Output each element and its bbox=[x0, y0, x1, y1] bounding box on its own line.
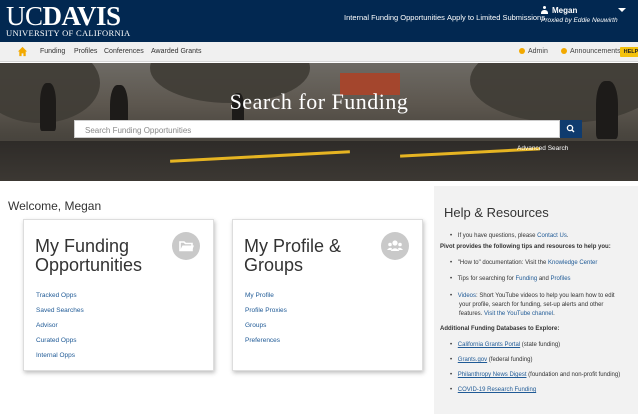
nav-profiles[interactable]: Profiles bbox=[74, 48, 97, 55]
ucdavis-logo[interactable]: UCDAVIS UNIVERSITY OF CALIFORNIA bbox=[6, 3, 130, 38]
profile-card: My Profile & Groups My Profile Profile P… bbox=[232, 219, 423, 371]
card-title: My Profile & Groups bbox=[244, 236, 342, 275]
hero-title: Search for Funding bbox=[229, 89, 409, 114]
search-button[interactable] bbox=[560, 120, 582, 138]
chevron-down-icon[interactable] bbox=[618, 8, 626, 12]
link-tracked-opps[interactable]: Tracked Opps bbox=[36, 292, 77, 299]
help-title: Help & Resources bbox=[444, 205, 549, 220]
group-icon bbox=[381, 232, 409, 260]
help-howto-line: "How to" documentation: Visit the Knowle… bbox=[450, 259, 638, 267]
main-nav: Funding Profiles Conferences Awarded Gra… bbox=[0, 42, 638, 62]
search-icon bbox=[566, 124, 575, 133]
announcement-icon bbox=[561, 48, 567, 54]
covid-funding-link[interactable]: COVID-19 Research Funding bbox=[458, 387, 536, 393]
database-item: California Grants Portal (state funding) bbox=[450, 341, 638, 349]
help-tips-line: Tips for searching for Funding and Profi… bbox=[450, 275, 638, 283]
help-contact-line: If you have questions, please Contact Us… bbox=[450, 232, 638, 240]
grants-gov-link[interactable]: Grants.gov bbox=[458, 357, 487, 363]
folder-icon bbox=[172, 232, 200, 260]
nav-funding[interactable]: Funding bbox=[40, 48, 65, 55]
internal-funding-link[interactable]: Internal Funding Opportunities bbox=[344, 13, 445, 22]
help-databases-intro: Additional Funding Databases to Explore: bbox=[440, 326, 560, 332]
help-resources-panel: Help & Resources If you have questions, … bbox=[434, 186, 638, 414]
top-header: UCDAVIS UNIVERSITY OF CALIFORNIA Interna… bbox=[0, 0, 638, 42]
philanthropy-news-link[interactable]: Philanthropy News Digest bbox=[458, 372, 527, 378]
help-videos-line: Videos: Short YouTube videos to help you… bbox=[450, 292, 638, 300]
user-icon bbox=[541, 6, 548, 14]
search-input[interactable]: Search Funding Opportunities bbox=[74, 120, 560, 138]
link-preferences[interactable]: Preferences bbox=[245, 337, 280, 344]
help-button[interactable]: HELP bbox=[620, 47, 638, 57]
nav-awarded-grants[interactable]: Awarded Grants bbox=[151, 48, 201, 55]
california-grants-link[interactable]: California Grants Portal bbox=[458, 342, 520, 348]
link-advisor[interactable]: Advisor bbox=[36, 322, 58, 329]
help-videos-line-3: features. Visit the YouTube channel. bbox=[459, 311, 555, 317]
funding-tips-link[interactable]: Funding bbox=[515, 276, 537, 282]
card-title: My Funding Opportunities bbox=[35, 236, 143, 275]
contact-us-link[interactable]: Contact Us bbox=[537, 233, 567, 239]
user-name: Megan bbox=[552, 6, 578, 15]
videos-link[interactable]: Videos bbox=[458, 293, 476, 299]
database-item: COVID-19 Research Funding bbox=[450, 386, 638, 394]
link-curated-opps[interactable]: Curated Opps bbox=[36, 337, 76, 344]
knowledge-center-link[interactable]: Knowledge Center bbox=[548, 260, 597, 266]
profiles-tips-link[interactable]: Profiles bbox=[551, 276, 571, 282]
link-my-profile[interactable]: My Profile bbox=[245, 292, 274, 299]
welcome-heading: Welcome, Megan bbox=[8, 199, 102, 213]
admin-link[interactable]: Admin bbox=[519, 48, 548, 55]
advanced-search-link[interactable]: Advanced Search bbox=[517, 145, 568, 152]
database-item: Grants.gov (federal funding) bbox=[450, 356, 638, 364]
link-saved-searches[interactable]: Saved Searches bbox=[36, 307, 84, 314]
proxy-text: Proxied by Eddie Neuwirth bbox=[541, 17, 618, 24]
nav-conferences[interactable]: Conferences bbox=[104, 48, 144, 55]
youtube-channel-link[interactable]: Visit the YouTube channel bbox=[484, 311, 553, 317]
logo-subtitle: UNIVERSITY OF CALIFORNIA bbox=[6, 28, 131, 38]
link-profile-proxies[interactable]: Profile Proxies bbox=[245, 307, 287, 314]
announcements-link[interactable]: Announcements bbox=[561, 48, 621, 55]
link-groups[interactable]: Groups bbox=[245, 322, 266, 329]
help-videos-line-2: your profile, search for funding, set-up… bbox=[459, 302, 604, 308]
logo-wordmark: UCDAVIS bbox=[6, 1, 121, 31]
home-icon[interactable] bbox=[17, 46, 28, 57]
limited-submissions-link[interactable]: Apply to Limited Submissions bbox=[447, 13, 545, 22]
gear-icon bbox=[519, 48, 525, 54]
database-item: Philanthropy News Digest (foundation and… bbox=[450, 371, 638, 379]
help-pivot-intro: Pivot provides the following tips and re… bbox=[440, 244, 611, 250]
link-internal-opps[interactable]: Internal Opps bbox=[36, 352, 75, 359]
user-menu[interactable]: Megan Proxied by Eddie Neuwirth bbox=[541, 6, 618, 24]
funding-card: My Funding Opportunities Tracked Opps Sa… bbox=[23, 219, 214, 371]
